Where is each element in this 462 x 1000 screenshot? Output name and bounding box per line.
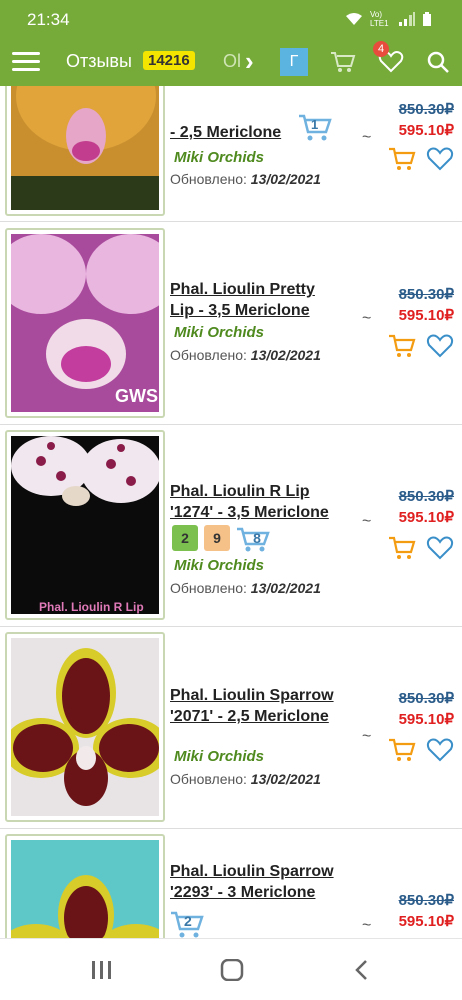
- product-list[interactable]: - 2,5 Mericlone 1 Miki Orchids Обновлено…: [0, 86, 462, 938]
- product-image[interactable]: [5, 632, 165, 822]
- cart-count: 2: [184, 913, 192, 929]
- status-time: 21:34: [27, 10, 70, 29]
- favorite-icon[interactable]: [426, 535, 454, 561]
- product-image[interactable]: [5, 834, 165, 938]
- product-row[interactable]: Phal. Lioulin Sparrow '2293' - 3 Mericlo…: [0, 829, 462, 938]
- tab-next[interactable]: Ol: [223, 51, 241, 72]
- seller-name[interactable]: Miki Orchids: [174, 324, 264, 341]
- updated-date: Обновлено: 13/02/2021: [170, 580, 321, 596]
- product-title[interactable]: Phal. Lioulin Sparrow '2293' - 3 Mericlo…: [170, 861, 350, 903]
- status-icons: Vo) LTE1: [344, 10, 432, 28]
- product-row[interactable]: GWS Phal. Lioulin Pretty Lip - 3,5 Meric…: [0, 223, 462, 425]
- add-to-cart-icon[interactable]: [388, 333, 416, 359]
- old-price: 850.30₽: [398, 892, 454, 909]
- wishlist-badge: 4: [373, 41, 389, 57]
- old-price: 850.30₽: [398, 286, 454, 303]
- cart-stat[interactable]: 8: [236, 525, 270, 552]
- product-title[interactable]: Phal. Lioulin Pretty Lip - 3,5 Mericlone: [170, 279, 336, 321]
- product-title[interactable]: Phal. Lioulin Sparrow '2071' - 2,5 Meric…: [170, 685, 350, 727]
- tilde-sign: ~: [362, 310, 372, 327]
- new-price: 595.10₽: [398, 913, 454, 930]
- product-image[interactable]: [5, 86, 165, 216]
- seller-name[interactable]: Miki Orchids: [174, 149, 264, 166]
- product-row[interactable]: - 2,5 Mericlone 1 Miki Orchids Обновлено…: [0, 86, 462, 222]
- menu-icon[interactable]: [12, 48, 40, 74]
- new-price: 595.10₽: [398, 711, 454, 728]
- add-to-cart-icon[interactable]: [388, 737, 416, 763]
- item-stats: 2 9 8: [172, 525, 270, 552]
- recents-icon[interactable]: [90, 959, 114, 981]
- tilde-sign: ~: [362, 513, 372, 530]
- cart-count: 1: [311, 117, 319, 132]
- seller-name[interactable]: Miki Orchids: [174, 748, 264, 765]
- new-price: 595.10₽: [398, 122, 454, 139]
- seller-name[interactable]: Miki Orchids: [174, 557, 264, 574]
- product-title[interactable]: Phal. Lioulin R Lip '1274' - 3,5 Mericlo…: [170, 481, 336, 523]
- status-bar: 21:34 Vo) LTE1: [0, 0, 462, 38]
- favorite-icon[interactable]: [426, 737, 454, 763]
- reviews-count-badge: 14216: [143, 51, 195, 70]
- system-nav-bar: [0, 938, 462, 1000]
- product-row[interactable]: Phal. Lioulin R Lip Phal. Lioulin R Lip …: [0, 425, 462, 627]
- wifi-icon: [346, 13, 362, 25]
- product-row[interactable]: Phal. Lioulin Sparrow '2071' - 2,5 Meric…: [0, 627, 462, 829]
- updated-date: Обновлено: 13/02/2021: [170, 771, 321, 787]
- network-label: Vo) LTE1: [370, 10, 389, 28]
- favorite-icon[interactable]: [426, 146, 454, 172]
- updated-date: Обновлено: 13/02/2021: [170, 171, 321, 187]
- search-icon[interactable]: [426, 50, 450, 74]
- old-price: 850.30₽: [398, 488, 454, 505]
- comments-stat[interactable]: 2: [172, 525, 198, 551]
- image-watermark: Phal. Lioulin R Lip: [39, 600, 144, 614]
- back-icon[interactable]: [352, 959, 370, 981]
- product-image[interactable]: GWS: [5, 228, 165, 418]
- new-price: 595.10₽: [398, 307, 454, 324]
- favorite-icon[interactable]: [426, 333, 454, 359]
- old-price: 850.30₽: [398, 690, 454, 707]
- updated-date: Обновлено: 13/02/2021: [170, 347, 321, 363]
- tilde-sign: ~: [362, 728, 372, 745]
- tilde-sign: ~: [362, 917, 372, 934]
- battery-icon: [423, 12, 431, 26]
- chevron-right-icon[interactable]: ›: [245, 46, 254, 77]
- home-icon[interactable]: [220, 959, 244, 981]
- letter-filter-button[interactable]: Г: [280, 48, 308, 76]
- cart-icon[interactable]: [330, 50, 356, 74]
- app-bar: Отзывы 14216 Ol › Г 4: [0, 38, 462, 86]
- new-price: 595.10₽: [398, 509, 454, 526]
- image-watermark: GWS: [115, 386, 158, 406]
- tab-reviews[interactable]: Отзывы: [66, 51, 132, 72]
- old-price: 850.30₽: [398, 101, 454, 118]
- signal-icon: [399, 12, 415, 26]
- product-image[interactable]: Phal. Lioulin R Lip: [5, 430, 165, 620]
- bag-stat[interactable]: 9: [204, 525, 230, 551]
- add-to-cart-icon[interactable]: [388, 535, 416, 561]
- tilde-sign: ~: [362, 129, 372, 146]
- add-to-cart-icon[interactable]: [388, 146, 416, 172]
